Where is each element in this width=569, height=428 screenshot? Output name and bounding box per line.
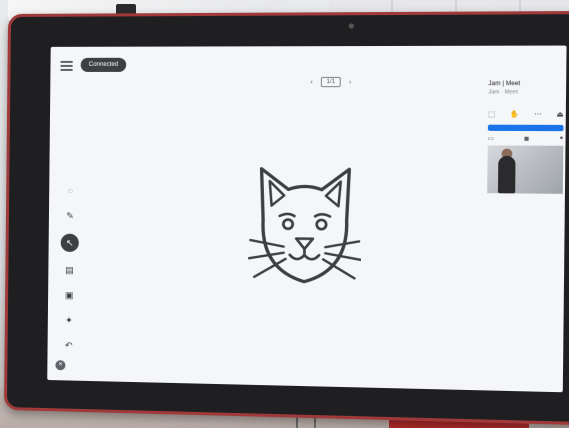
- undo-icon[interactable]: ↶: [62, 338, 76, 352]
- laser-tool-icon[interactable]: ✦: [62, 313, 76, 327]
- tile-controls: ▭ ◼ ●: [488, 135, 564, 143]
- meeting-panel: Jam | Meet Jam · Meet ⬚ ✋ ⋯ ⏏ ▭ ◼ ●: [487, 81, 564, 194]
- select-tool-icon[interactable]: ↖: [60, 233, 79, 252]
- smart-board-device: Connected ‹ 1/1 › ◌ ✎ ↖ ▤ ▣ ✦ ↶ Jam | Me…: [3, 10, 569, 426]
- more-options-icon[interactable]: ⋯: [534, 110, 542, 118]
- participants-icon[interactable]: ◼: [524, 135, 529, 142]
- left-toolbar: ◌ ✎ ↖ ▤ ▣ ✦ ↶: [56, 183, 84, 352]
- sticky-note-tool-icon[interactable]: ▤: [62, 263, 76, 277]
- meeting-controls: ⬚ ✋ ⋯ ⏏: [488, 110, 564, 119]
- cat-right-brow: [315, 214, 330, 216]
- shapes-tool-icon[interactable]: ◌: [63, 183, 77, 197]
- cat-drawing: [248, 156, 362, 309]
- pen-tool-icon[interactable]: ✎: [63, 209, 77, 223]
- raise-hand-icon[interactable]: ✋: [510, 110, 519, 118]
- camera-dot: [348, 23, 355, 29]
- board-screen: Connected ‹ 1/1 › ◌ ✎ ↖ ▤ ▣ ✦ ↶ Jam | Me…: [47, 45, 567, 393]
- close-icon[interactable]: ×: [55, 360, 66, 371]
- meeting-subtitle: Jam · Meet: [488, 89, 518, 96]
- present-icon[interactable]: ⬚: [488, 110, 495, 118]
- layout-icon[interactable]: ▭: [488, 135, 494, 142]
- page-next-button[interactable]: ›: [349, 78, 352, 85]
- cat-right-eye: [317, 220, 327, 229]
- leave-call-icon[interactable]: ⏏: [556, 110, 563, 118]
- image-tool-icon[interactable]: ▣: [62, 288, 76, 302]
- status-pill-label: Connected: [88, 61, 119, 68]
- participant-body: [497, 155, 516, 194]
- cat-left-eye: [283, 220, 292, 229]
- cat-left-brow: [280, 214, 295, 216]
- participant-video[interactable]: [487, 145, 564, 194]
- status-pill[interactable]: Connected: [80, 57, 127, 72]
- page-indicator[interactable]: 1/1: [321, 76, 341, 88]
- cat-mouth: [290, 249, 319, 260]
- settings-icon[interactable]: ●: [559, 135, 563, 142]
- meeting-title: Jam | Meet: [488, 81, 521, 88]
- cat-nose: [296, 239, 313, 249]
- menu-icon[interactable]: [60, 60, 73, 71]
- page-navigator: ‹ 1/1 ›: [310, 76, 352, 88]
- page-prev-button[interactable]: ‹: [310, 78, 313, 85]
- meeting-banner[interactable]: [487, 124, 564, 132]
